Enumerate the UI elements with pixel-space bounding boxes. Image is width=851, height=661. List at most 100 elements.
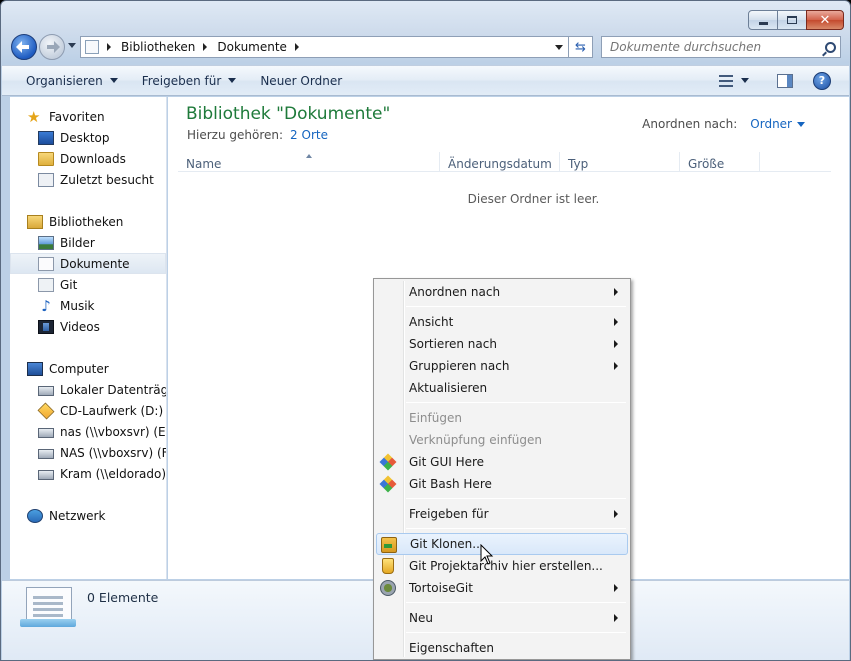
menu-item-group-by[interactable]: Gruppieren nach — [376, 355, 628, 377]
menu-item-git-bash[interactable]: Git Bash Here — [376, 473, 628, 495]
nav-item-dokumente[interactable]: Dokumente — [10, 253, 166, 274]
nav-item-git[interactable]: Git — [38, 274, 77, 295]
nav-favorites[interactable]: ★ Favoriten — [27, 106, 105, 127]
nav-item-bilder[interactable]: Bilder — [38, 232, 95, 253]
menu-item-view[interactable]: Ansicht — [376, 311, 628, 333]
recent-pages-dropdown[interactable] — [68, 43, 76, 52]
nav-item-cd-drive[interactable]: CD-Laufwerk (D:) Vi — [37, 400, 167, 421]
breadcrumb-bibliotheken[interactable]: Bibliotheken — [121, 40, 195, 54]
menu-item-arrange-by[interactable]: Anordnen nach — [376, 281, 628, 303]
menu-item-sort-by[interactable]: Sortieren nach — [376, 333, 628, 355]
empty-folder-message: Dieser Ordner ist leer. — [467, 192, 600, 206]
nav-label: Lokaler Datenträger — [60, 382, 166, 397]
nav-item-recent[interactable]: Zuletzt besucht — [38, 169, 154, 190]
search-input[interactable] — [610, 40, 810, 54]
menu-item-share-with[interactable]: Freigeben für — [376, 503, 628, 525]
nav-label: CD-Laufwerk (D:) Vi — [60, 403, 167, 418]
close-icon: ✕ — [819, 12, 831, 28]
column-header-type[interactable]: Typ — [560, 152, 680, 172]
breadcrumb-separator-icon[interactable] — [294, 43, 303, 51]
includes-locations-link[interactable]: 2 Orte — [290, 128, 328, 142]
column-header-name[interactable]: Name — [178, 152, 440, 172]
menu-item-tortoisegit[interactable]: TortoiseGit — [376, 577, 628, 599]
menu-item-git-gui[interactable]: Git GUI Here — [376, 451, 628, 473]
forward-button[interactable] — [39, 34, 65, 60]
nav-item-network-drive-f[interactable]: NAS (\\vboxsrv) (F:) — [38, 442, 166, 463]
share-button[interactable]: Freigeben für — [142, 74, 237, 88]
column-header-size[interactable]: Größe — [680, 152, 760, 172]
refresh-icon: ⇆ — [575, 39, 586, 55]
menu-item-properties[interactable]: Eigenschaften — [376, 637, 628, 659]
address-bar[interactable]: Bibliotheken Dokumente — [80, 36, 569, 58]
git-clone-icon — [381, 537, 397, 553]
maximize-button[interactable] — [777, 10, 807, 30]
nav-item-network-drive-e[interactable]: nas (\\vboxsvr) (E:) — [38, 421, 166, 442]
help-icon[interactable]: ? — [813, 71, 831, 90]
nav-item-musik[interactable]: ♪ Musik — [38, 295, 94, 316]
menu-separator — [406, 498, 626, 499]
git-gui-icon — [379, 453, 397, 471]
breadcrumb-separator-icon[interactable] — [107, 43, 115, 51]
nav-network[interactable]: Netzwerk — [27, 505, 105, 526]
nav-item-local-disk[interactable]: Lokaler Datenträger — [38, 379, 166, 400]
chevron-down-icon — [741, 78, 749, 87]
star-icon: ★ — [27, 107, 41, 126]
new-folder-label: Neuer Ordner — [260, 73, 343, 88]
nav-computer[interactable]: Computer — [27, 358, 109, 379]
git-create-repo-icon — [382, 558, 394, 574]
menu-label: Git Bash Here — [409, 477, 492, 491]
chevron-down-icon[interactable] — [797, 121, 805, 131]
recent-places-icon — [38, 172, 54, 187]
submenu-arrow-icon — [614, 510, 618, 518]
nav-item-network-drive-z[interactable]: Kram (\\eldorado) (2 — [38, 463, 166, 484]
videos-icon — [38, 319, 54, 334]
library-folder-icon — [85, 40, 99, 54]
network-icon — [27, 508, 43, 523]
preview-pane-icon[interactable] — [777, 73, 793, 88]
menu-item-paste-shortcut: Verknüpfung einfügen — [376, 429, 628, 451]
minimize-button[interactable] — [748, 10, 778, 30]
includes-label: Hierzu gehören: — [187, 128, 284, 142]
menu-item-git-create-repo[interactable]: Git Projektarchiv hier erstellen... — [376, 555, 628, 577]
downloads-folder-icon — [38, 151, 54, 166]
refresh-button[interactable]: ⇆ — [569, 36, 593, 58]
search-icon[interactable] — [825, 41, 836, 53]
address-history-dropdown[interactable] — [555, 44, 563, 54]
network-drive-icon — [38, 427, 54, 438]
nav-libraries[interactable]: Bibliotheken — [27, 211, 123, 232]
view-options-icon[interactable] — [719, 74, 733, 87]
desktop-icon — [38, 130, 54, 145]
nav-label: Zuletzt besucht — [60, 172, 154, 187]
arrow-right-icon — [46, 41, 58, 53]
close-button[interactable]: ✕ — [806, 10, 844, 30]
organize-button[interactable]: Organisieren — [26, 74, 118, 88]
column-headers: Name Änderungsdatum Typ Größe — [178, 152, 831, 172]
menu-label: Anordnen nach — [409, 285, 501, 299]
nav-item-videos[interactable]: Videos — [38, 316, 100, 337]
new-folder-button[interactable]: Neuer Ordner — [260, 74, 342, 88]
chevron-down-icon — [109, 78, 118, 87]
breadcrumb-separator-icon[interactable] — [203, 43, 211, 51]
nav-item-desktop[interactable]: Desktop — [38, 127, 110, 148]
arrange-by-dropdown[interactable]: Ordner — [750, 117, 792, 131]
nav-label: Git — [60, 277, 78, 292]
nav-label: Desktop — [60, 130, 110, 145]
nav-label: Favoriten — [49, 109, 105, 124]
column-label: Änderungsdatum — [448, 157, 552, 171]
menu-item-new[interactable]: Neu — [376, 607, 628, 629]
back-button[interactable] — [11, 34, 37, 60]
nav-label: Dokumente — [60, 256, 130, 271]
submenu-arrow-icon — [614, 584, 618, 592]
nav-item-downloads[interactable]: Downloads — [38, 148, 126, 169]
minimize-icon — [758, 21, 768, 25]
breadcrumb-dokumente[interactable]: Dokumente — [217, 40, 287, 54]
menu-item-git-clone[interactable]: Git Klonen... — [376, 533, 628, 555]
git-bash-icon — [379, 475, 397, 493]
view-options-dropdown[interactable] — [741, 74, 749, 87]
network-drive-icon — [38, 448, 54, 459]
navigation-pane[interactable]: ★ Favoriten Desktop Downloads Zuletzt bes… — [10, 97, 167, 579]
search-box[interactable] — [601, 36, 841, 58]
pictures-icon — [38, 235, 54, 250]
column-header-date[interactable]: Änderungsdatum — [440, 152, 560, 172]
menu-item-refresh[interactable]: Aktualisieren — [376, 377, 628, 399]
